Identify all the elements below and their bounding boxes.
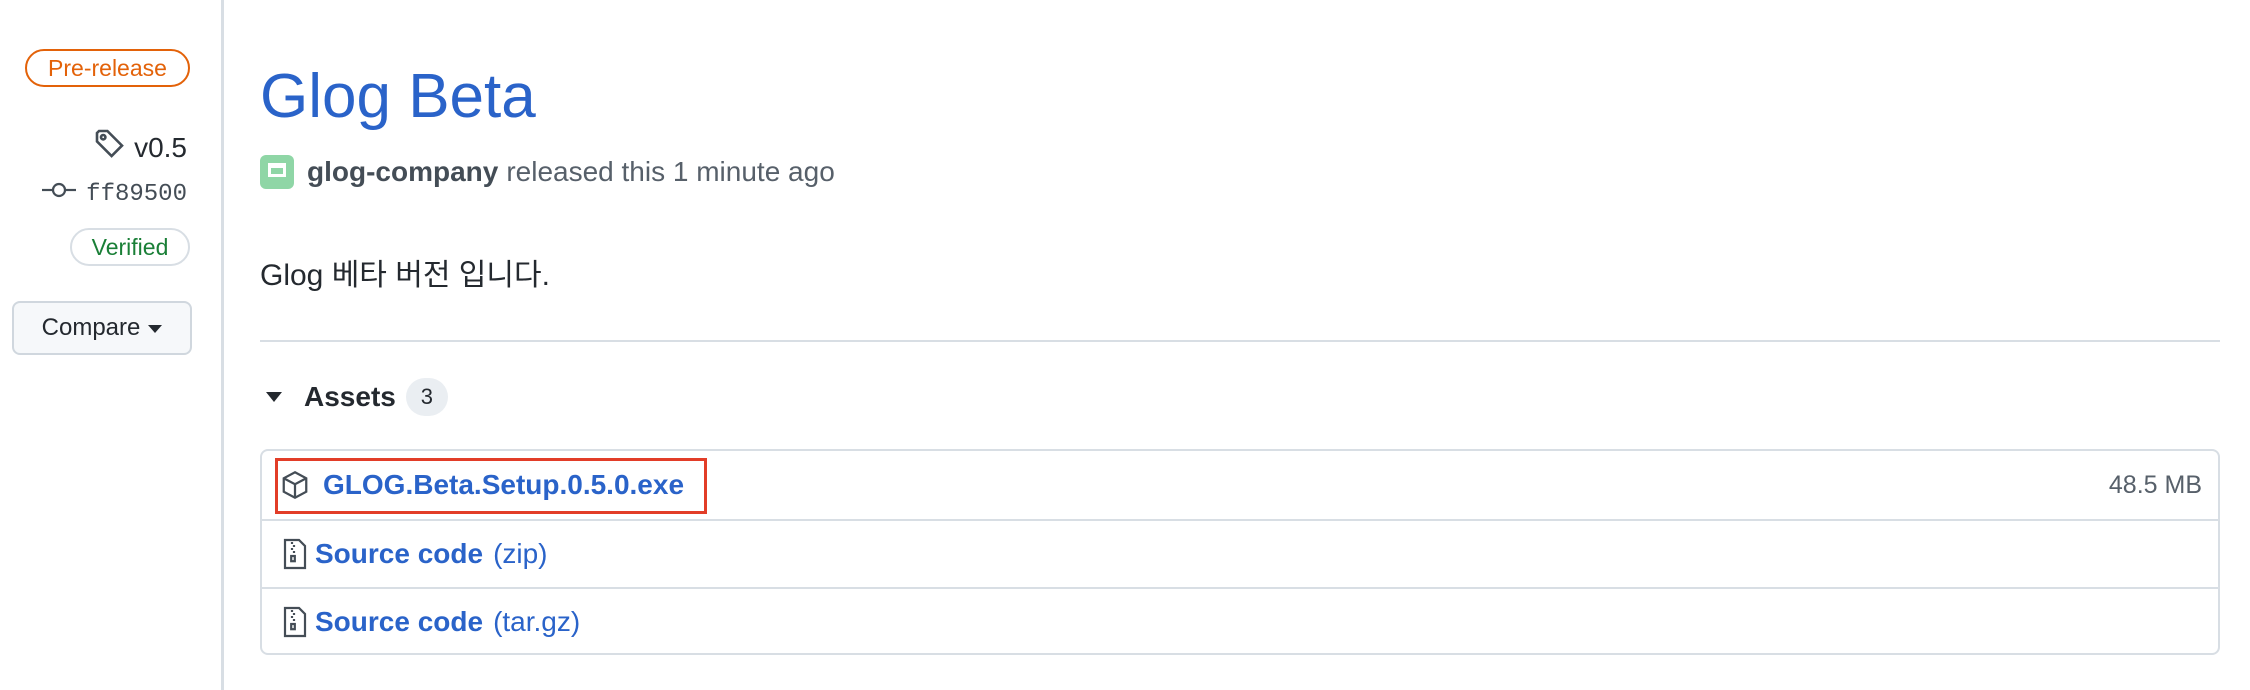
commit-sha: ff89500 xyxy=(86,180,187,208)
asset-format-targz[interactable]: (tar.gz) xyxy=(493,606,580,638)
highlight-box xyxy=(275,458,707,514)
asset-row: GLOG.Beta.Setup.0.5.0.exe 48.5 MB xyxy=(262,451,2218,519)
avatar[interactable] xyxy=(260,155,294,189)
release-byline: glog-company released this 1 minute ago xyxy=(260,155,835,189)
release-description: Glog 베타 버전 입니다. xyxy=(260,259,550,292)
file-zip-icon xyxy=(279,538,311,570)
author-link[interactable]: glog-company xyxy=(307,156,498,188)
released-text: released this 1 minute ago xyxy=(506,156,835,187)
compare-button[interactable]: Compare xyxy=(12,301,192,355)
commit-icon xyxy=(42,180,77,208)
release-main: Glog Beta glog-company released this 1 m… xyxy=(260,0,2220,690)
asset-size: 48.5 MB xyxy=(2108,470,2202,499)
tag-link[interactable]: v0.5 xyxy=(94,128,187,167)
asset-row: Source code (zip) xyxy=(262,519,2218,587)
commit-link[interactable]: ff89500 xyxy=(42,180,187,208)
assets-label: Assets xyxy=(304,381,396,412)
assets-toggle[interactable]: Assets 3 xyxy=(266,378,448,416)
release-title[interactable]: Glog Beta xyxy=(260,58,536,136)
tag-icon xyxy=(94,128,126,167)
assets-count-badge: 3 xyxy=(405,378,448,416)
file-zip-icon xyxy=(279,606,311,638)
asset-row: Source code (tar.gz) xyxy=(262,587,2218,653)
verified-badge[interactable]: Verified xyxy=(70,228,190,266)
tag-label: v0.5 xyxy=(134,131,187,163)
divider xyxy=(260,340,2220,342)
assets-list: GLOG.Beta.Setup.0.5.0.exe 48.5 MB Source… xyxy=(260,449,2220,655)
triangle-down-icon xyxy=(266,392,282,402)
asset-link-zip[interactable]: Source code xyxy=(315,538,483,570)
asset-format-zip[interactable]: (zip) xyxy=(493,538,547,570)
pre-release-badge: Pre-release xyxy=(25,49,190,87)
release-sidebar: Pre-release v0.5 ff89500 Verified Compar… xyxy=(0,0,224,690)
asset-link-targz[interactable]: Source code xyxy=(315,606,483,638)
compare-label: Compare xyxy=(41,314,141,341)
chevron-down-icon xyxy=(148,325,163,333)
